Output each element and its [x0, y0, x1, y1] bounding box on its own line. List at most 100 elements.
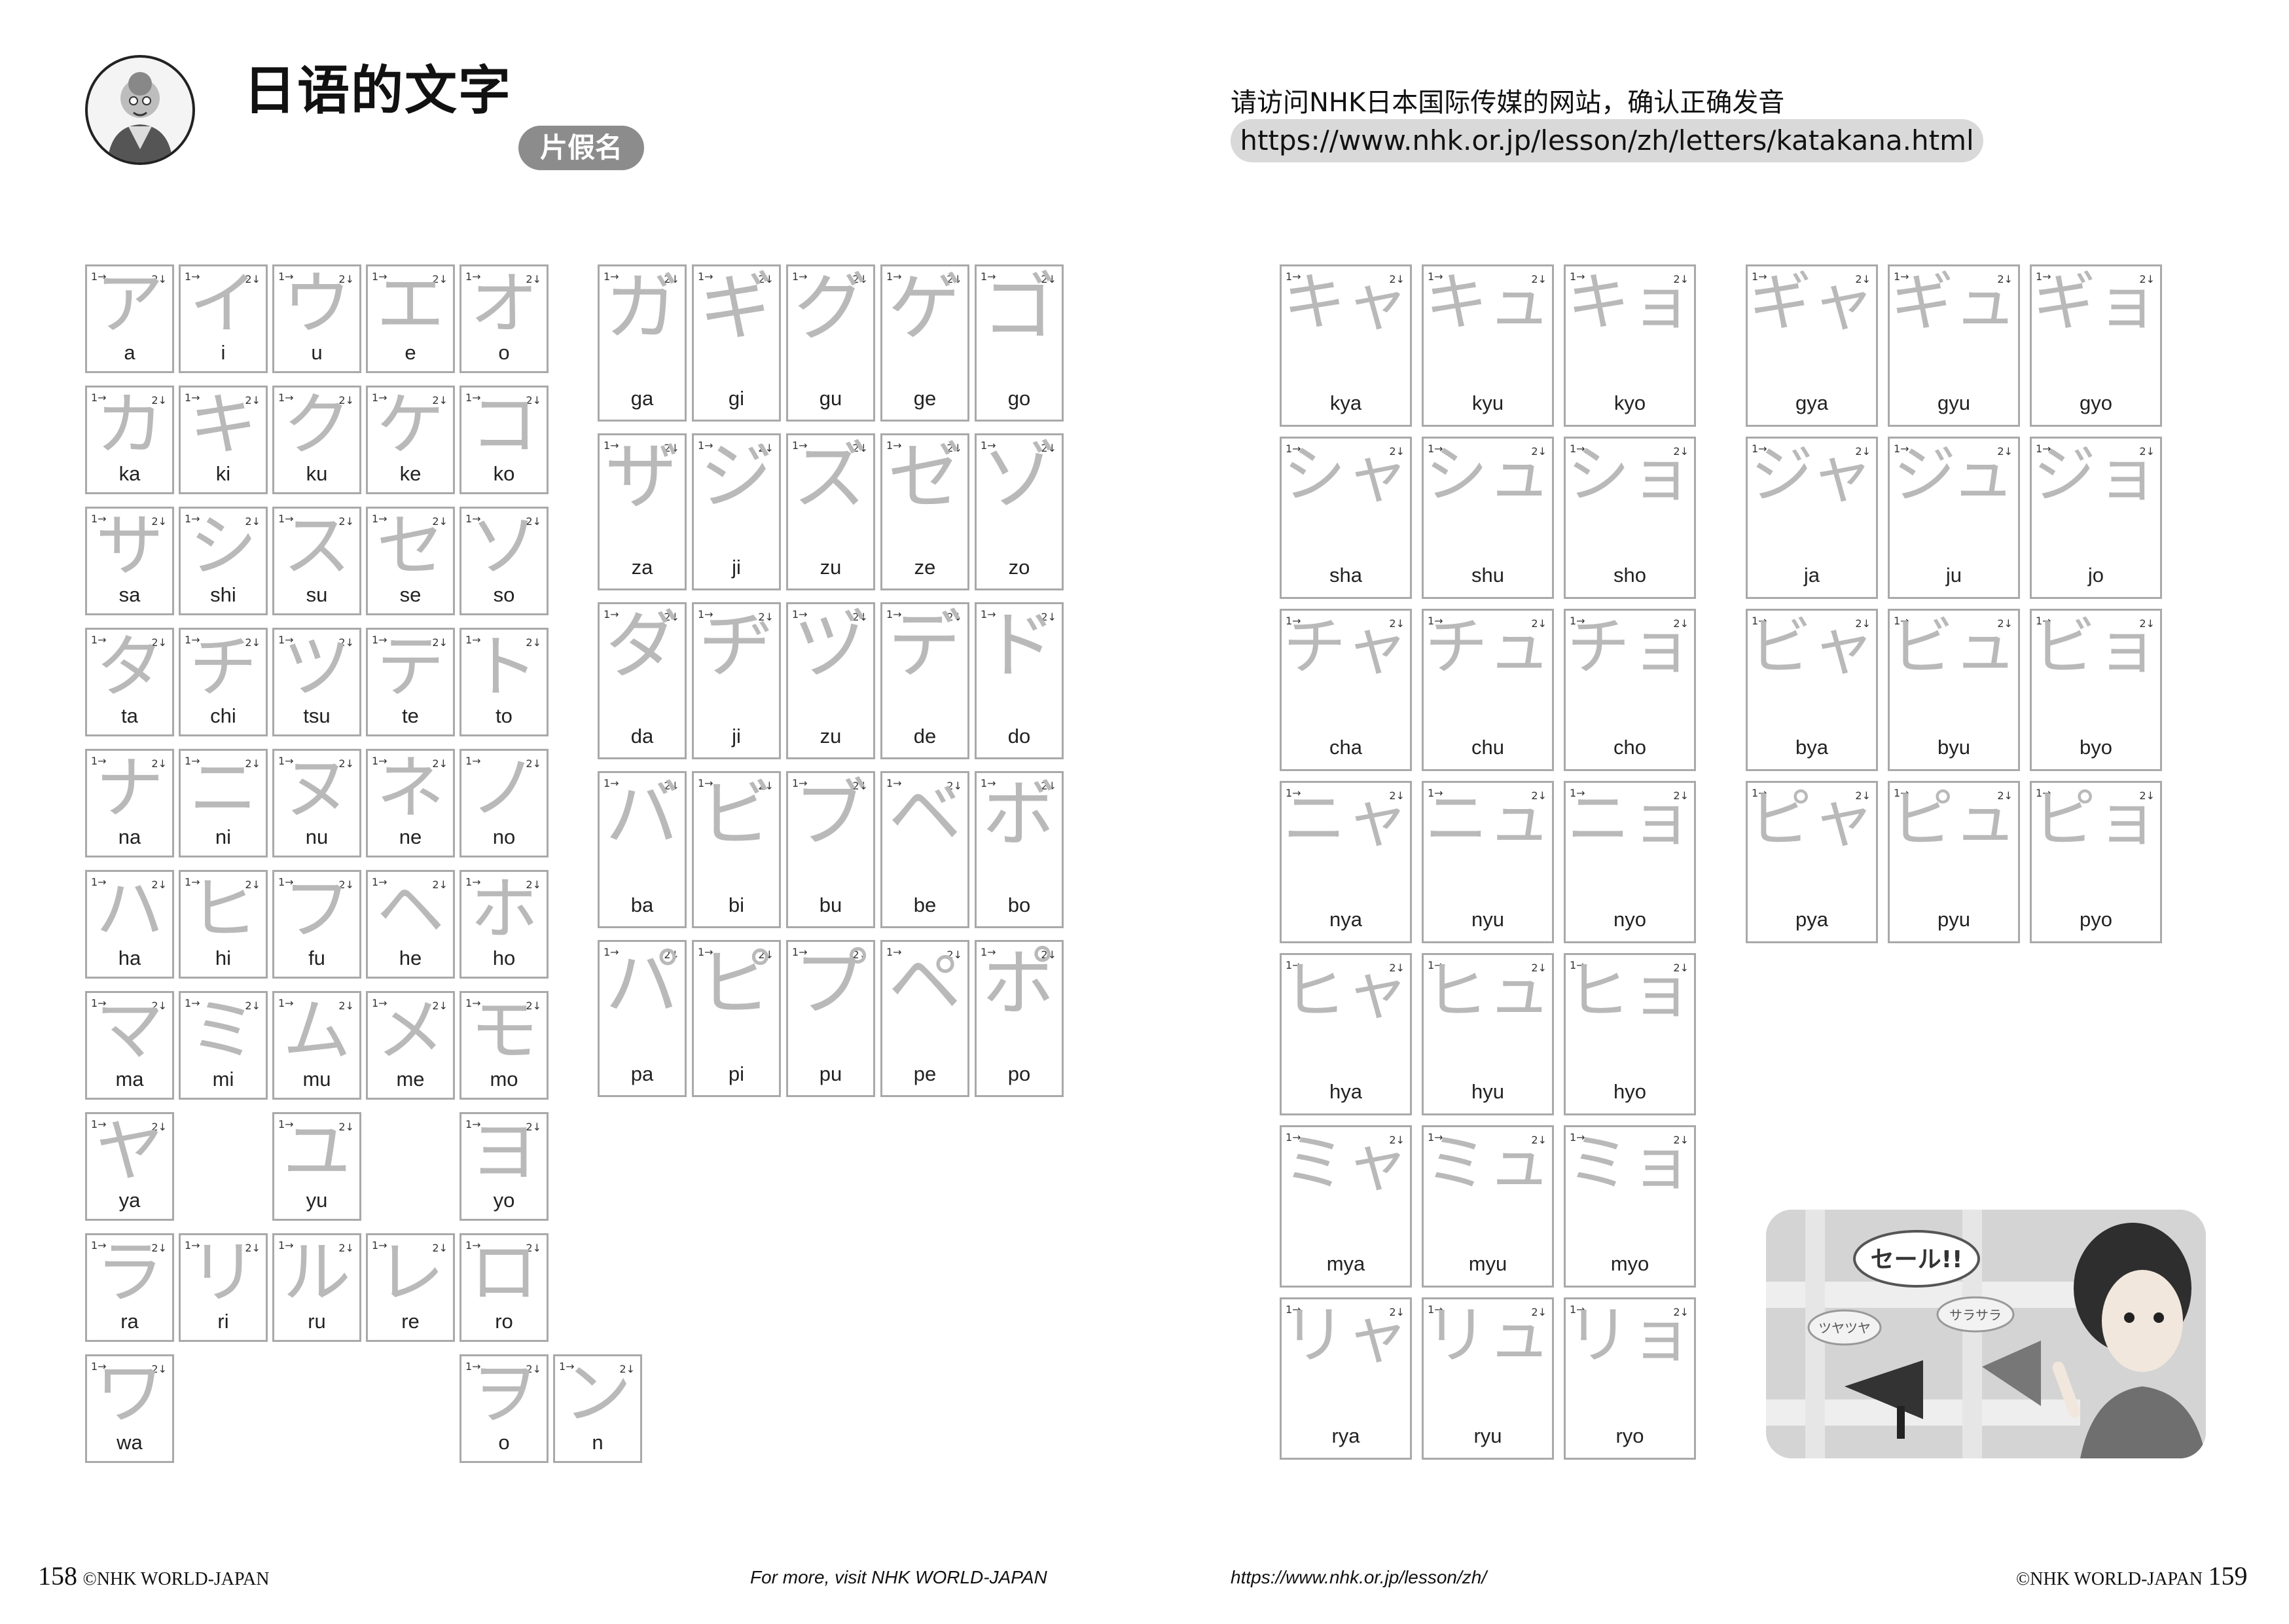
kana-cell-ryo: 1→ 2↓ リョ ryo — [1564, 1297, 1696, 1460]
kana-cell-sha: 1→ 2↓ シャ sha — [1280, 437, 1412, 599]
kana-glyph: ダ — [605, 603, 679, 689]
kana-cell-ba: 1→ 2↓ バ ba — [598, 771, 687, 928]
kana-glyph: ヤ — [95, 1111, 164, 1191]
kana-glyph: ヒョ — [1567, 954, 1693, 1028]
kana-glyph: プ — [794, 941, 867, 1026]
kana-cell-sa: 1→ 2↓ サ sa — [85, 507, 174, 615]
kana-glyph: ベ — [888, 772, 962, 857]
romaji-label: pu — [819, 1062, 842, 1085]
kana-glyph: ジャ — [1750, 438, 1873, 512]
romaji-label: gyo — [2080, 391, 2112, 415]
left-page-number: 158 — [38, 1561, 77, 1591]
left-copyright: ©NHK WORLD-JAPAN — [82, 1569, 270, 1589]
kana-cell-pu: 1→ 2↓ プ pu — [786, 940, 875, 1097]
kana-glyph: チャ — [1283, 610, 1409, 684]
kana-cell-za: 1→ 2↓ ザ za — [598, 433, 687, 590]
kana-glyph: キュ — [1425, 266, 1551, 340]
sale-illustration: セール!! ツヤツヤ サラサラ — [1766, 1210, 2206, 1458]
kana-cell-zo: 1→ 2↓ ゾ zo — [975, 433, 1064, 590]
kana-glyph: ビ — [700, 772, 773, 857]
kana-glyph: ショ — [1567, 438, 1693, 512]
kana-glyph: チ — [189, 626, 257, 707]
kana-cell-mi: 1→ 2↓ ミ mi — [179, 991, 268, 1100]
romaji-label: ji — [732, 724, 741, 748]
kana-glyph: カ — [95, 384, 164, 465]
kana-glyph: ゼ — [888, 434, 962, 520]
romaji-label: nya — [1329, 908, 1362, 931]
kana-glyph: ア — [95, 263, 164, 344]
kana-cell-hi: 1→ 2↓ ヒ hi — [179, 870, 268, 979]
kana-cell-bo: 1→ 2↓ ボ bo — [975, 771, 1064, 928]
kana-glyph: ピ — [700, 941, 773, 1026]
romaji-label: zo — [1008, 555, 1030, 579]
kana-glyph: ビョ — [2033, 610, 2159, 684]
romaji-label: ru — [308, 1310, 326, 1333]
kana-glyph: ソ — [469, 505, 538, 586]
kana-glyph: エ — [376, 263, 444, 344]
kana-glyph: キャ — [1283, 266, 1409, 340]
romaji-label: o — [498, 341, 510, 365]
right-copyright: ©NHK WORLD-JAPAN — [2016, 1569, 2203, 1589]
kana-cell-ge: 1→ 2↓ ゲ ge — [880, 264, 969, 422]
kana-glyph: ド — [982, 603, 1056, 689]
footer-lesson-link[interactable]: https://www.nhk.or.jp/lesson/zh/ — [1231, 1567, 1487, 1588]
kana-cell-nu: 1→ 2↓ ヌ nu — [272, 749, 361, 857]
romaji-label: me — [396, 1068, 425, 1091]
kana-glyph: テ — [376, 626, 444, 707]
kana-cell-po: 1→ 2↓ ポ po — [975, 940, 1064, 1097]
kana-glyph: ネ — [376, 748, 444, 828]
romaji-label: jo — [2087, 564, 2104, 587]
romaji-label: hyo — [1613, 1080, 1646, 1104]
kana-glyph: ム — [282, 990, 351, 1070]
kana-glyph: ギョ — [2033, 266, 2159, 340]
kana-glyph: ポ — [982, 941, 1056, 1026]
romaji-label: tsu — [303, 704, 331, 728]
kana-cell-hyo: 1→ 2↓ ヒョ hyo — [1564, 953, 1696, 1115]
kana-cell-shi: 1→ 2↓ シ shi — [179, 507, 268, 615]
kana-cell-ya: 1→ 2↓ ヤ ya — [85, 1112, 174, 1221]
kana-cell-ra: 1→ 2↓ ラ ra — [85, 1233, 174, 1342]
romaji-label: ne — [399, 825, 422, 849]
kana-glyph: ヨ — [469, 1111, 538, 1191]
romaji-label: ko — [493, 462, 515, 486]
kana-glyph: ニョ — [1567, 782, 1693, 856]
romaji-label: ha — [118, 947, 141, 970]
kana-cell-te: 1→ 2↓ テ te — [366, 628, 455, 736]
romaji-label: myo — [1610, 1252, 1649, 1276]
romaji-label: ryo — [1615, 1424, 1644, 1448]
katakana-url-link[interactable]: https://www.nhk.or.jp/lesson/zh/letters/… — [1231, 119, 1983, 162]
kana-cell-zu: 1→ 2↓ ズ zu — [786, 433, 875, 590]
kana-cell-mu: 1→ 2↓ ム mu — [272, 991, 361, 1100]
kana-cell-mo: 1→ 2↓ モ mo — [460, 991, 549, 1100]
kana-glyph: チョ — [1567, 610, 1693, 684]
romaji-label: ka — [118, 462, 141, 486]
kana-cell-ja: 1→ 2↓ ジャ ja — [1746, 437, 1878, 599]
romaji-label: mu — [302, 1068, 331, 1091]
romaji-label: pyu — [1938, 908, 1970, 931]
kana-cell-go: 1→ 2↓ ゴ go — [975, 264, 1064, 422]
kana-cell-e: 1→ 2↓ エ e — [366, 264, 455, 373]
kana-glyph: ヒュ — [1425, 954, 1551, 1028]
kana-glyph: ト — [469, 626, 538, 707]
kana-glyph: ジョ — [2033, 438, 2159, 512]
romaji-label: o — [498, 1431, 510, 1454]
kana-cell-kya: 1→ 2↓ キャ kya — [1280, 264, 1412, 427]
kana-glyph: ハ — [95, 869, 164, 949]
kana-cell-ze: 1→ 2↓ ゼ ze — [880, 433, 969, 590]
romaji-label: sha — [1329, 564, 1362, 587]
kana-cell-fu: 1→ 2↓ フ fu — [272, 870, 361, 979]
romaji-label: na — [118, 825, 141, 849]
kana-cell-ki: 1→ 2↓ キ ki — [179, 386, 268, 494]
kana-glyph: ウ — [282, 263, 351, 344]
romaji-label: a — [124, 341, 135, 365]
kana-cell-yu: 1→ 2↓ ユ yu — [272, 1112, 361, 1221]
romaji-label: ge — [913, 386, 937, 410]
kana-glyph: ル — [282, 1232, 351, 1312]
romaji-label: hi — [215, 947, 232, 970]
pronunciation-notice: 请访问NHK日本国际传媒的网站，确认正确发音 — [1231, 88, 1785, 118]
kana-cell-gyo: 1→ 2↓ ギョ gyo — [2030, 264, 2162, 427]
romaji-label: chu — [1471, 736, 1504, 759]
kana-cell-o: 1→ 2↓ オ o — [460, 264, 549, 373]
kana-glyph: レ — [376, 1232, 444, 1312]
romaji-label: be — [913, 893, 937, 916]
